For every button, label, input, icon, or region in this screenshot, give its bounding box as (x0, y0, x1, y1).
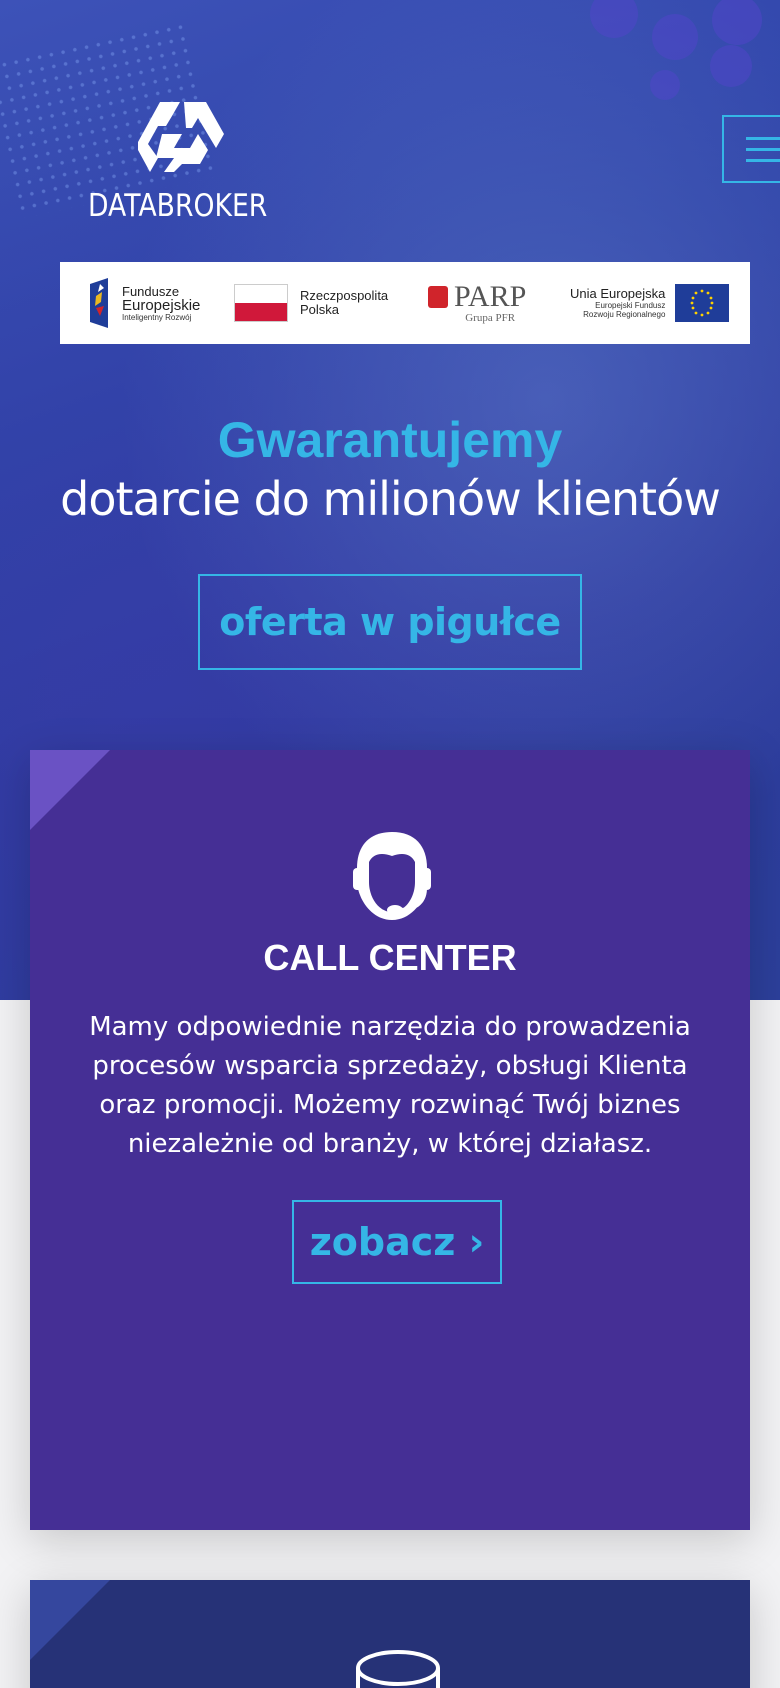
call-center-title: CALL CENTER (263, 937, 517, 978)
hamburger-menu-icon (746, 137, 780, 140)
offer-button[interactable]: oferta w pigułce (198, 574, 582, 670)
eu-sublabel: Europejski Fundusz (595, 301, 666, 310)
eu-label: Unia Europejska (570, 286, 666, 301)
hero-subtitle: dotarcie do milionów klientów (60, 472, 721, 526)
parp-mark-icon (428, 286, 448, 308)
databroker-logo[interactable]: DATABROKER (88, 98, 273, 228)
call-center-card: CALL CENTER Mamy odpowiednie narzędzia d… (30, 750, 750, 1530)
eu-funds-label: Europejskie (122, 296, 201, 314)
parp-sublabel: Grupa PFR (465, 312, 516, 324)
see-more-button[interactable]: zobacz › (292, 1200, 502, 1284)
eu-flag-icon (675, 284, 730, 322)
poland-label: Rzeczpospolita (300, 288, 389, 303)
hamburger-menu-icon (746, 159, 780, 162)
polish-flag-icon (234, 284, 288, 322)
hero-headline: Gwarantujemy dotarcie do milionów klient… (0, 410, 780, 528)
card-corner-accent (30, 750, 110, 830)
poland-label: Polska (300, 302, 340, 317)
databroker-logo-mark-icon (138, 102, 224, 172)
headset-agent-icon (353, 832, 431, 920)
fundusze-star-icon (90, 278, 108, 328)
unia-europejska-logo: Unia Europejska Europejski Fundusz Rozwo… (570, 262, 730, 344)
parp-label: PARP (454, 280, 527, 313)
database-icon (356, 1650, 440, 1688)
next-service-card (30, 1580, 750, 1688)
parp-logo: PARP Grupa PFR (428, 262, 526, 344)
card-corner-accent (30, 1580, 110, 1660)
eu-funds-sublabel: Inteligentny Rozwój (122, 312, 192, 322)
decorative-circle (710, 45, 752, 87)
hamburger-menu-icon (746, 148, 780, 151)
fundusze-europejskie-logo: Fundusze Europejskie Inteligentny Rozwój (86, 262, 200, 344)
eu-funding-bar: Fundusze Europejskie Inteligentny Rozwój… (60, 262, 750, 344)
decorative-circle (650, 70, 680, 100)
decorative-circle (652, 14, 698, 60)
call-center-description: Mamy odpowiednie narzędzia do prowadzeni… (89, 1012, 691, 1159)
decorative-circle (590, 0, 638, 38)
eu-sublabel: Rozwoju Regionalnego (583, 310, 666, 319)
rzeczpospolita-logo: Rzeczpospolita Polska (234, 262, 388, 344)
brand-name: DATABROKER (88, 188, 268, 224)
menu-button[interactable] (722, 115, 780, 183)
decorative-circle (712, 0, 762, 45)
hero-title: Gwarantujemy (217, 412, 563, 468)
